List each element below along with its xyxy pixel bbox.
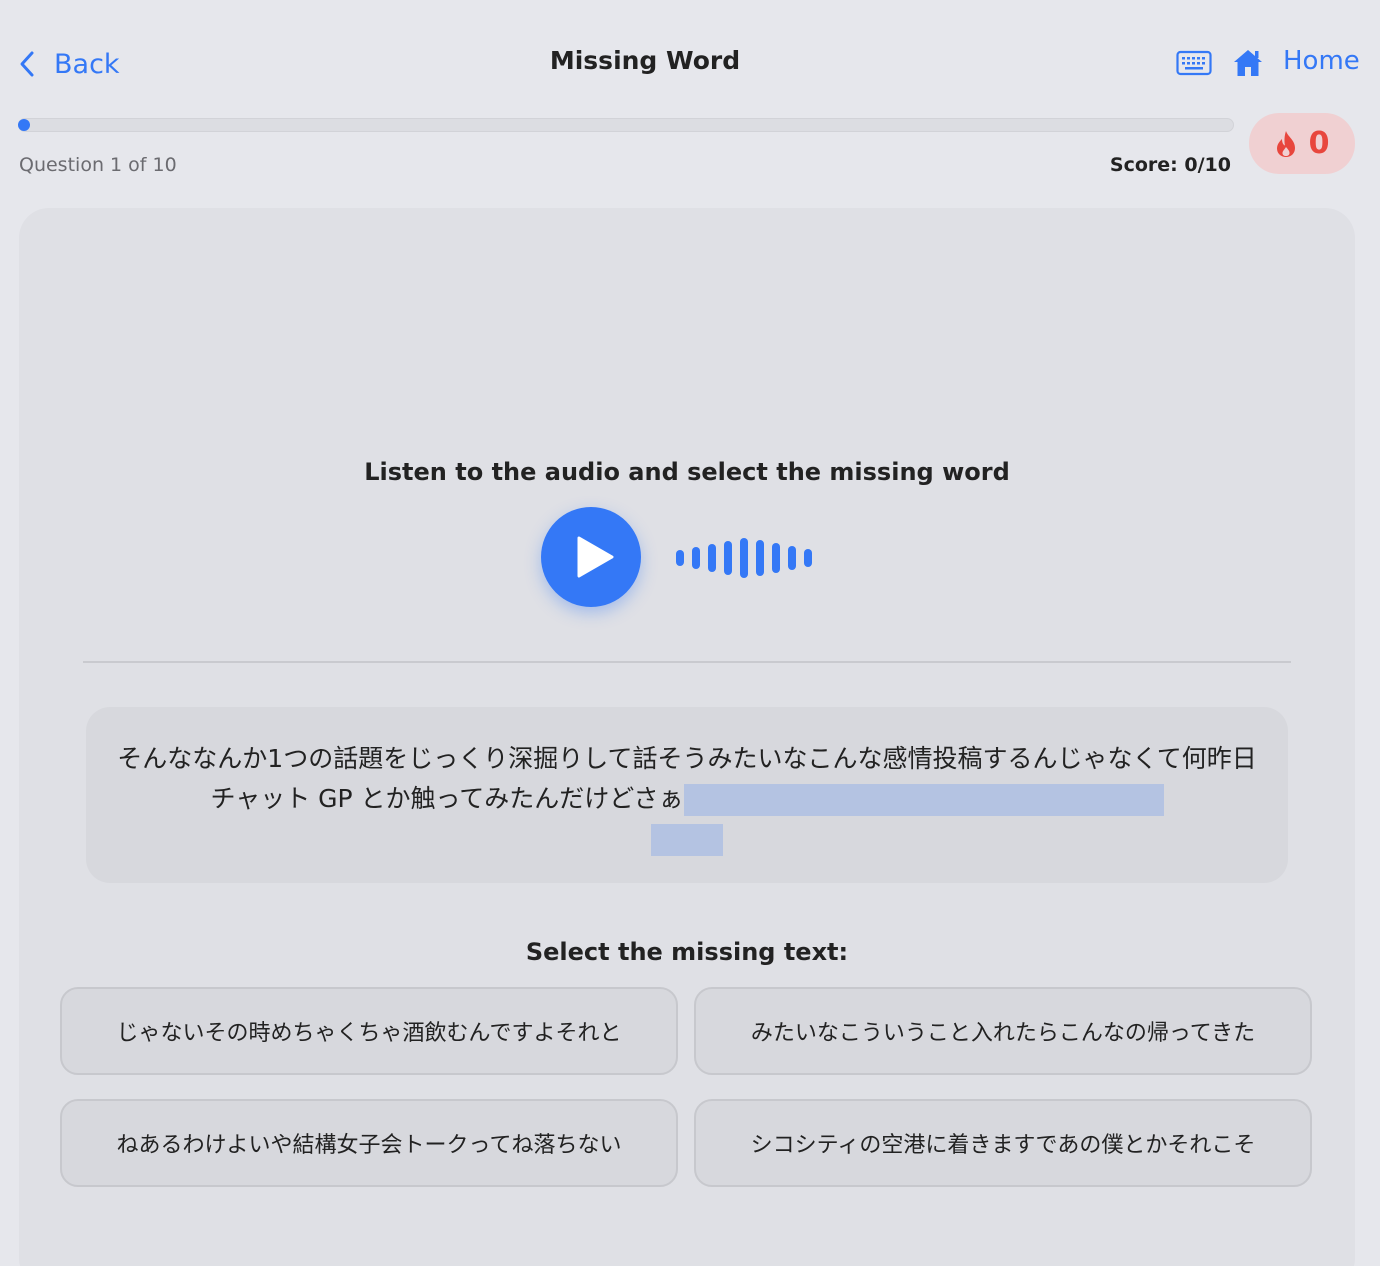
question-counter: Question 1 of 10 bbox=[19, 154, 177, 176]
progress-bar bbox=[18, 118, 1234, 132]
home-button[interactable]: Home bbox=[1283, 46, 1360, 76]
progress-indicator bbox=[18, 119, 30, 131]
divider bbox=[83, 661, 1291, 663]
waveform-icon bbox=[676, 537, 812, 579]
play-icon bbox=[577, 536, 614, 578]
missing-word-screen: Back Missing Word Home Question 1 of 10 … bbox=[0, 0, 1380, 1266]
play-audio-button[interactable] bbox=[541, 507, 641, 607]
answer-option[interactable]: じゃないその時めちゃくちゃ酒飲むんですよそれと bbox=[60, 987, 678, 1075]
answer-option[interactable]: ねあるわけよいや結構女子会トークってね落ちない bbox=[60, 1099, 678, 1187]
question-card: Listen to the audio and select the missi… bbox=[19, 208, 1355, 1266]
page-title: Missing Word bbox=[549, 46, 741, 75]
keyboard-icon[interactable] bbox=[1176, 50, 1212, 76]
answer-option[interactable]: シコシティの空港に着きますであの僕とかそれこそ bbox=[694, 1099, 1312, 1187]
flame-icon bbox=[1276, 130, 1295, 157]
streak-badge: 0 bbox=[1249, 113, 1355, 174]
answer-option[interactable]: みたいなこういうこと入れたらこんなの帰ってきた bbox=[694, 987, 1312, 1075]
missing-word-blank-continuation bbox=[651, 824, 723, 856]
home-icon[interactable] bbox=[1231, 46, 1265, 80]
score-label: Score: 0/10 bbox=[1109, 154, 1231, 176]
sentence-panel: そんななんか1つの話題をじっくり深掘りして話そうみたいなこんな感情投稿するんじゃ… bbox=[86, 707, 1288, 883]
top-bar: Back Missing Word Home bbox=[0, 0, 1380, 126]
missing-word-blank bbox=[683, 784, 1164, 816]
streak-count: 0 bbox=[1308, 126, 1330, 161]
instruction-text: Listen to the audio and select the missi… bbox=[364, 458, 1010, 486]
select-prompt: Select the missing text: bbox=[525, 938, 849, 966]
